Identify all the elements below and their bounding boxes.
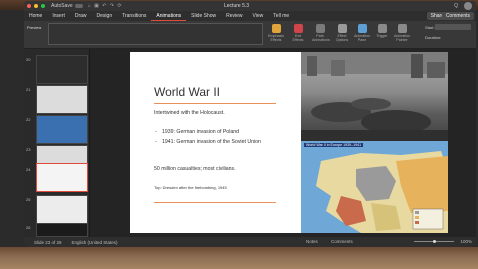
title-bar: AutoSave ⌂ ▣ ↶ ↷ ⟳ Lecture 5.3 Q (24, 1, 476, 11)
current-slide[interactable]: World War II Intertwined with the Holoca… (130, 52, 448, 233)
star-icon (293, 24, 303, 33)
animation-effects-gallery[interactable] (48, 23, 263, 45)
status-bar: Slide 23 of 28 English (United States) N… (24, 237, 476, 247)
slide-thumbnail[interactable] (36, 85, 88, 114)
status-comments-button[interactable]: Comments (331, 239, 353, 244)
duration-label: Duration: (425, 35, 442, 40)
screen-root: AutoSave ⌂ ▣ ↶ ↷ ⟳ Lecture 5.3 Q Home In… (0, 0, 478, 269)
slide-count: Slide 23 of 28 (34, 239, 62, 245)
options-icon (337, 24, 347, 33)
tab-insert[interactable]: Insert (47, 11, 70, 21)
close-window-button[interactable] (27, 4, 31, 8)
powerpoint-window: AutoSave ⌂ ▣ ↶ ↷ ⟳ Lecture 5.3 Q Home In… (24, 1, 476, 247)
thumbnail-number: 25 (26, 197, 31, 202)
language-indicator[interactable]: English (United States) (72, 240, 118, 245)
exit-effects-button[interactable]: Exit Effects (290, 24, 306, 42)
thumbnail-number: 23 (26, 147, 31, 152)
preview-button[interactable]: Preview (27, 25, 41, 30)
tab-design[interactable]: Design (92, 11, 118, 21)
desk-background-bottom (0, 247, 478, 269)
thumbnail-number: 24 (26, 167, 31, 172)
zoom-slider-knob[interactable] (432, 240, 436, 243)
slide-casualties-text[interactable]: 50 million casualties; most civilians. (154, 166, 284, 173)
tab-review[interactable]: Review (221, 11, 247, 21)
autosave-toggle[interactable] (74, 4, 83, 8)
emphasis-effects-button[interactable]: Emphasis Effects (268, 24, 284, 42)
zoom-slider[interactable] (414, 240, 454, 243)
slide-thumbnail-pane[interactable]: 20 21 22 23 24 25 26 (24, 49, 90, 237)
brush-icon (397, 24, 407, 33)
account-avatar[interactable] (464, 2, 472, 10)
map-drawing (301, 141, 448, 233)
thumbnail-number: 20 (26, 57, 31, 62)
tab-transitions[interactable]: Transitions (117, 11, 151, 21)
tell-me-search[interactable]: Tell me (268, 11, 294, 21)
slide-title[interactable]: World War II (154, 85, 220, 99)
thumbnail-number: 26 (26, 225, 31, 230)
animations-ribbon: Preview Emphasis Effects Exit Effects Pa… (24, 21, 476, 49)
quick-access-toolbar[interactable]: ⌂ ▣ ↶ ↷ ⟳ (88, 3, 123, 9)
slide-editing-canvas: World War II Intertwined with the Holoca… (90, 49, 476, 237)
search-icon[interactable]: Q (454, 3, 458, 9)
dresden-photo[interactable] (301, 52, 448, 141)
effect-options-button[interactable]: Effect Options (334, 24, 350, 42)
slide-intro-text[interactable]: Intertwined with the Holocaust. (154, 110, 284, 117)
tab-animations[interactable]: Animations (151, 11, 187, 21)
thumbnail-number: 22 (26, 117, 31, 122)
document-title: Lecture 5.3 (224, 3, 250, 9)
zoom-level[interactable]: 100% (460, 239, 472, 244)
autosave-label: AutoSave (51, 3, 73, 9)
europe-map-image[interactable]: World War II in Europe 1939–1941 (301, 141, 448, 233)
title-underline (154, 103, 276, 104)
tab-draw[interactable]: Draw (70, 11, 92, 21)
path-animations-button[interactable]: Path Animations (312, 24, 330, 42)
slide-thumbnail-selected[interactable] (36, 163, 88, 192)
animation-pane-button[interactable]: Animation Pane (354, 24, 370, 42)
slide-thumbnail[interactable] (36, 195, 88, 224)
notes-button[interactable]: Notes (306, 239, 318, 244)
slide-thumbnail[interactable] (36, 115, 88, 144)
ribbon-tabs: Home Insert Draw Design Transitions Anim… (24, 11, 476, 21)
trigger-button[interactable]: Trigger (374, 24, 390, 38)
slide-thumbnail[interactable] (36, 223, 88, 237)
tab-view[interactable]: View (248, 11, 269, 21)
start-dropdown[interactable] (435, 24, 471, 30)
thumbnail-number: 21 (26, 87, 31, 92)
star-icon (271, 24, 281, 33)
map-title: World War II in Europe 1939–1941 (304, 143, 364, 147)
comments-button[interactable]: Comments (441, 12, 474, 20)
path-icon (315, 24, 325, 33)
slide-caption[interactable]: Top: Dresden after the firebombing, 1945 (154, 185, 227, 190)
tab-slide-show[interactable]: Slide Show (186, 11, 221, 21)
start-label: Start: (425, 25, 435, 30)
zoom-window-button[interactable] (41, 4, 45, 8)
slide-thumbnail[interactable] (36, 55, 88, 84)
tab-home[interactable]: Home (24, 11, 47, 21)
animation-painter-button[interactable]: Animation Painter (394, 24, 410, 42)
minimize-window-button[interactable] (34, 4, 38, 8)
lightning-icon (377, 24, 387, 33)
slide-bullet-1[interactable]: 1939: German invasion of Poland (154, 129, 284, 136)
footer-rule (154, 202, 276, 203)
slide-bullet-2[interactable]: 1941: German invasion of the Soviet Unio… (154, 139, 272, 146)
pane-icon (357, 24, 367, 33)
photo-scene (301, 52, 448, 141)
